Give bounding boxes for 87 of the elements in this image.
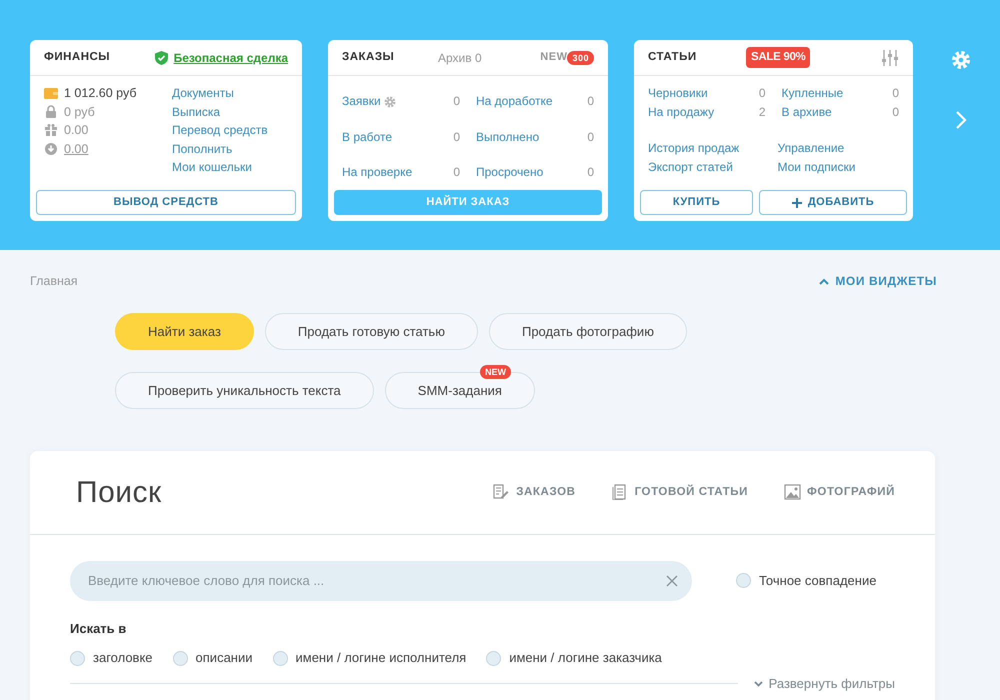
stat-value: 0 bbox=[453, 164, 460, 182]
stat-value: 0 bbox=[453, 93, 460, 110]
search-field[interactable]: Введите ключевое слово для поиска ... bbox=[70, 560, 692, 601]
new-badge: NEW bbox=[480, 364, 511, 379]
balance-value: 0 руб bbox=[64, 104, 95, 121]
balance-value: 1 012.60 руб bbox=[64, 85, 136, 102]
finance-link[interactable]: Перевод средств bbox=[172, 121, 268, 140]
finance-link[interactable]: Мои кошельки bbox=[172, 158, 252, 176]
buy-button[interactable]: КУПИТЬ bbox=[640, 190, 753, 215]
settings-button[interactable] bbox=[951, 50, 971, 70]
checkbox-label: имени / логине исполнителя bbox=[296, 649, 466, 668]
find-order-button[interactable]: НАЙТИ ЗАКАЗ bbox=[334, 190, 602, 215]
quick-action-button[interactable]: Продать готовую статью bbox=[264, 312, 478, 350]
gift-icon bbox=[44, 123, 58, 138]
quick-action-button[interactable]: Проверить уникальность текста bbox=[115, 372, 374, 409]
checkbox[interactable] bbox=[736, 573, 751, 588]
stat-value: 0 bbox=[758, 85, 766, 102]
balance-value: 0.00 bbox=[64, 140, 88, 158]
edit-document-icon bbox=[493, 484, 510, 500]
stat-value: 2 bbox=[758, 104, 766, 120]
checkbox-label: Точное совпадение bbox=[759, 572, 876, 590]
stat-link[interactable]: Выполнено bbox=[476, 128, 540, 146]
scope-label: Искать в bbox=[70, 620, 128, 638]
stat-value: 0 bbox=[587, 164, 594, 182]
search-tab[interactable]: ЗАКАЗОВ bbox=[493, 484, 576, 501]
wallet-icon bbox=[44, 86, 58, 100]
checkbox[interactable] bbox=[70, 650, 85, 666]
stat-link[interactable]: В архиве bbox=[782, 102, 832, 121]
quick-action-button[interactable]: Продать фотографию bbox=[488, 312, 687, 350]
close-icon bbox=[666, 574, 678, 587]
sliders-icon bbox=[881, 50, 899, 66]
gear-icon bbox=[384, 96, 396, 108]
stat-link[interactable]: На доработке bbox=[476, 92, 553, 111]
count-badge: 300 bbox=[567, 50, 594, 64]
article-link[interactable]: Мои подписки bbox=[778, 158, 899, 176]
article-link[interactable]: История продаж bbox=[648, 139, 770, 158]
secure-deal-link[interactable]: Безопасная сделка bbox=[154, 48, 288, 66]
search-tab[interactable]: ГОТОВОЙ СТАТЬИ bbox=[612, 484, 748, 501]
stat-link[interactable]: На продажу bbox=[648, 102, 714, 121]
search-tab[interactable]: ФОТОГРАФИЙ bbox=[784, 484, 895, 501]
checkbox-label: описании bbox=[196, 649, 252, 668]
chevron-up-icon bbox=[819, 278, 830, 285]
widget-title: СТАТЬИ bbox=[648, 50, 698, 65]
checkbox-label: заголовке bbox=[93, 649, 153, 668]
finance-link[interactable]: Документы bbox=[172, 84, 234, 102]
search-title: Поиск bbox=[76, 474, 162, 511]
chevron-down-icon bbox=[754, 680, 763, 686]
stat-link[interactable]: Заявки bbox=[342, 92, 381, 111]
clear-button[interactable] bbox=[666, 574, 678, 587]
new-label: NEW bbox=[540, 50, 568, 66]
stat-link[interactable]: Купленные bbox=[782, 84, 844, 102]
stat-value: 0 bbox=[892, 85, 899, 102]
chevron-right-icon bbox=[955, 110, 967, 130]
balance-value: 0.00 bbox=[64, 122, 88, 139]
finance-link[interactable]: Пополнить bbox=[172, 140, 232, 158]
stat-value: 0 bbox=[453, 128, 460, 146]
checkbox[interactable] bbox=[172, 650, 188, 666]
archive-link[interactable]: Архив 0 bbox=[438, 48, 482, 66]
next-button[interactable] bbox=[955, 110, 967, 130]
checkbox[interactable] bbox=[486, 650, 502, 666]
stat-link[interactable]: На проверке bbox=[342, 163, 412, 182]
breadcrumb-link[interactable]: Главная bbox=[30, 272, 78, 291]
checkbox-label: имени / логине заказчика bbox=[509, 649, 662, 668]
quick-action-button[interactable]: Найти заказ bbox=[115, 312, 254, 350]
stat-link[interactable]: Просрочено bbox=[476, 163, 544, 182]
plus-icon bbox=[792, 198, 802, 208]
download-icon bbox=[44, 142, 58, 156]
article-link[interactable]: Экспорт статей bbox=[648, 158, 770, 176]
settings-icon bbox=[951, 50, 971, 70]
finance-link[interactable]: Выписка bbox=[172, 102, 220, 121]
article-link[interactable]: Управление bbox=[778, 139, 899, 158]
add-button[interactable]: ДОБАВИТЬ bbox=[758, 190, 907, 215]
widget-title: ЗАКАЗЫ bbox=[342, 50, 396, 65]
widgets-toggle[interactable]: МОИ ВИДЖЕТЫ bbox=[819, 272, 937, 290]
widget-title: ФИНАНСЫ bbox=[44, 50, 110, 65]
withdraw-button[interactable]: ВЫВОД СРЕДСТВ bbox=[36, 190, 296, 215]
image-icon bbox=[784, 484, 801, 500]
stat-value: 0 bbox=[587, 128, 594, 146]
shield-icon bbox=[154, 50, 168, 64]
stat-link[interactable]: Черновики bbox=[648, 84, 708, 102]
checkbox[interactable] bbox=[272, 650, 288, 666]
sale-badge: SALE 90% bbox=[746, 46, 810, 68]
stat-value: 0 bbox=[587, 93, 594, 110]
stat-value: 0 bbox=[892, 104, 899, 120]
lock-icon bbox=[44, 104, 58, 119]
stat-link[interactable]: В работе bbox=[342, 128, 392, 146]
expand-filters-button[interactable]: Развернуть фильтры bbox=[754, 674, 895, 694]
